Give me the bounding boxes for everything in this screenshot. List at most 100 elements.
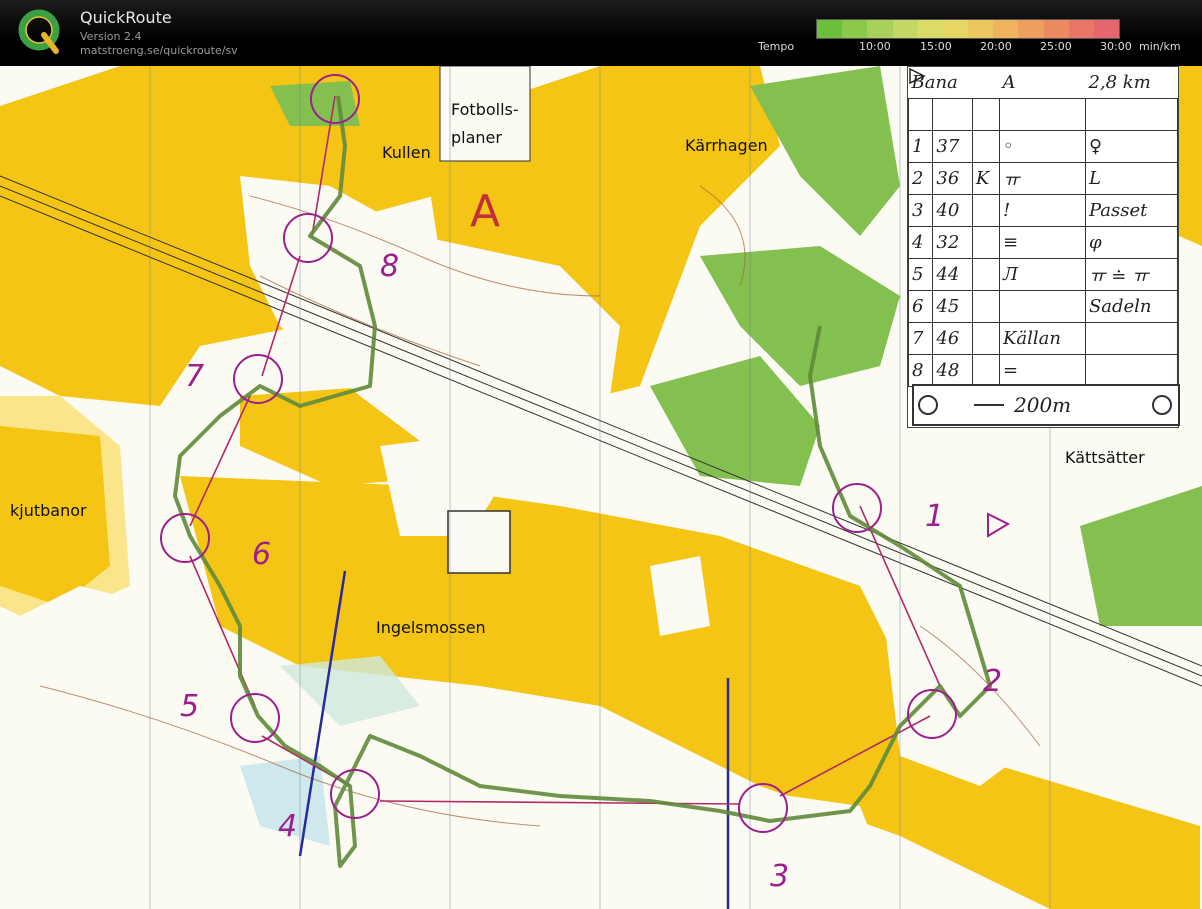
distance-arrow: 200m: [918, 393, 1172, 417]
app-title: QuickRoute: [80, 8, 172, 27]
control-description-table: Bana A 2,8 km 1 37 ◦ ♀ 2 36 K ㅠ L 3 40! Passet 4 32 ≡ φ…: [907, 67, 1179, 387]
card-cell-num: 7: [907, 322, 934, 355]
card-cell-e: ◦: [998, 130, 1086, 163]
control-number: 6: [252, 537, 271, 572]
tempo-segment: [892, 20, 918, 38]
card-cell-d: [971, 258, 1000, 291]
card-cell-num: 6: [907, 290, 934, 323]
tempo-color-scale: [816, 19, 1120, 39]
control-number: 3: [770, 859, 789, 894]
tempo-tick: 15:00: [920, 40, 952, 53]
card-row: 6 45 Sadeln: [907, 290, 1179, 323]
card-cell-e: [998, 98, 1086, 131]
card-cell-code: 40: [932, 194, 973, 227]
card-cell-e: Källan: [998, 322, 1086, 355]
card-cell-d: [971, 98, 1000, 131]
control-number: 1: [925, 499, 944, 534]
card-cell-code: 44: [932, 258, 973, 291]
card-cell-e: ≡: [998, 226, 1086, 259]
card-cell-num: 3: [907, 194, 934, 227]
orienteering-map[interactable]: 1 2 3 4 5 6 7 8 A Fotbolls- planer Kulle…: [0, 66, 1202, 909]
card-cell-code: 37: [932, 130, 973, 163]
tempo-segment: [1018, 20, 1044, 38]
tempo-segment: [993, 20, 1019, 38]
card-cell-d: [971, 130, 1000, 163]
card-cell-d: [971, 290, 1000, 323]
card-cell-g: φ: [1084, 226, 1179, 259]
tempo-segment: [817, 20, 843, 38]
place-name: Ingelsmossen: [376, 618, 486, 637]
tempo-tick: 10:00: [859, 40, 891, 53]
card-cell-num: 4: [907, 226, 934, 259]
place-name: Fotbolls-: [451, 100, 519, 119]
card-cell-g: ㅠ ≐ ㅠ: [1084, 258, 1179, 291]
quickroute-logo-icon: [18, 9, 60, 54]
card-course: A: [1002, 72, 1016, 93]
control-number: 5: [180, 689, 199, 724]
place-name: Kättsätter: [1065, 448, 1145, 467]
card-cell-num: 1: [907, 130, 934, 163]
distance-box: 200m: [912, 384, 1180, 426]
card-header-row: Bana A 2,8 km: [909, 67, 1178, 99]
tempo-tick: 20:00: [980, 40, 1012, 53]
control-number: 2: [983, 664, 1002, 699]
card-cell-g: Sadeln: [1084, 290, 1179, 323]
card-cell-g: [1084, 322, 1179, 355]
card-cell-num: 2: [907, 162, 934, 195]
card-cell-code: [932, 98, 973, 131]
forest-area: [650, 556, 710, 636]
card-cell-num: 8: [907, 354, 934, 387]
course-letter: A: [470, 186, 500, 237]
card-cell-g: [1084, 354, 1179, 387]
card-row: 3 40! Passet: [907, 194, 1179, 227]
card-cell-e: =: [998, 354, 1086, 387]
app-version: Version 2.4: [80, 30, 142, 43]
card-cell-code: 48: [932, 354, 973, 387]
forest-area: [880, 566, 1060, 786]
card-cell-code: 36: [932, 162, 973, 195]
card-cell-g: [1084, 98, 1179, 131]
start-triangle-icon: [909, 67, 926, 85]
card-cell-d: [971, 194, 1000, 227]
card-cell-g: ♀: [1084, 130, 1179, 163]
app-url[interactable]: matstroeng.se/quickroute/sv: [80, 44, 238, 57]
card-row: 8 48 =: [907, 354, 1179, 387]
card-cell-d: [971, 354, 1000, 387]
card-cell-e: Л: [998, 258, 1086, 291]
tempo-tick: 30:00: [1100, 40, 1132, 53]
place-name: Kullen: [382, 143, 431, 162]
tempo-segment: [867, 20, 893, 38]
card-rows: 1 37 ◦ ♀ 2 36 K ㅠ L 3 40! Passet 4 32 ≡ φ 5 44 Л ㅠ ≐ ㅠ 6 45 Sa…: [907, 67, 1179, 387]
card-cell-e: ㅠ: [998, 162, 1086, 195]
card-row: 7 46 Källan: [907, 322, 1179, 355]
card-cell-code: 45: [932, 290, 973, 323]
green-area: [1080, 486, 1202, 626]
tempo-segment: [917, 20, 943, 38]
tempo-tick: 25:00: [1040, 40, 1072, 53]
control-description-card: Bana A 2,8 km 1 37 ◦ ♀ 2 36 K ㅠ L 3 40! Passet 4 32 ≡ φ…: [907, 66, 1179, 428]
card-cell-g: Passet: [1084, 194, 1179, 227]
card-cell-d: K: [971, 162, 1000, 195]
card-cell-d: [971, 226, 1000, 259]
control-number: 4: [278, 809, 297, 844]
tempo-unit: min/km: [1139, 40, 1181, 53]
card-cell-e: [998, 290, 1086, 323]
tempo-segment: [1093, 20, 1120, 38]
tempo-label: Tempo: [758, 40, 795, 53]
card-row: 5 44 Л ㅠ ≐ ㅠ: [907, 258, 1179, 291]
control-number: 7: [185, 359, 204, 394]
card-cell-e: !: [998, 194, 1086, 227]
card-cell-num: 5: [907, 258, 934, 291]
card-row: 1 37 ◦ ♀: [907, 130, 1179, 163]
place-name: kjutbanor: [10, 501, 87, 520]
tempo-segment: [968, 20, 994, 38]
card-cell-g: L: [1084, 162, 1179, 195]
place-name: planer: [451, 128, 502, 147]
card-row: 2 36 K ㅠ L: [907, 162, 1179, 195]
card-cell-num: [907, 67, 934, 131]
distance-label: 200m: [1013, 393, 1071, 417]
card-cell-code: 46: [932, 322, 973, 355]
tempo-segment: [842, 20, 868, 38]
card-cell-d: [971, 322, 1000, 355]
card-length: 2,8 km: [1088, 72, 1151, 93]
